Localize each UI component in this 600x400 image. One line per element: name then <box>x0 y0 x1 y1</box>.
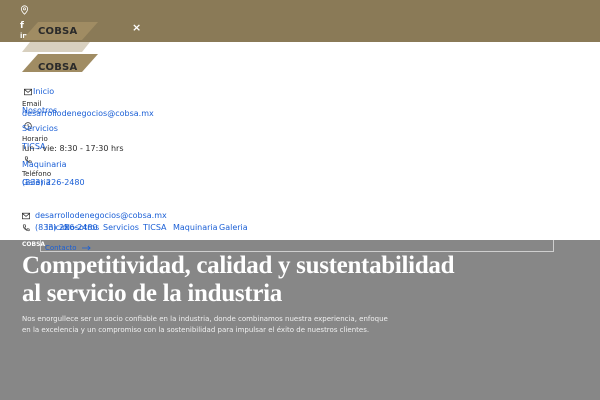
nav-desktop-galeria[interactable]: Galeria <box>219 223 248 232</box>
brand-mini: COBSA <box>22 241 46 248</box>
nav-item-servicios[interactable]: Servicios <box>22 124 58 133</box>
nav-item-maquinaria[interactable]: Maquinaria <box>22 160 67 169</box>
mail-icon <box>22 212 30 220</box>
email-link[interactable]: desarrollodenegocios@cobsa.mx <box>22 109 154 118</box>
phone-icon <box>22 224 30 232</box>
nav-desktop-servicios[interactable]: Servicios <box>103 223 139 232</box>
hero-title-line-2: al servicio de la industria <box>22 280 282 307</box>
brand-name-secondary: COBSA <box>38 62 78 73</box>
contacto-button[interactable]: Contacto <box>45 244 77 252</box>
contact-bar-email[interactable]: desarrollodenegocios@cobsa.mx <box>35 211 167 220</box>
phone-label: Teléfono <box>22 170 52 178</box>
arrow-right-icon <box>82 245 91 251</box>
nav-desktop-nosotros[interactable]: Nosotros <box>64 223 99 232</box>
map-pin-icon[interactable] <box>20 5 29 15</box>
nav-desktop-maquinaria[interactable]: Maquinaria <box>173 223 218 232</box>
hours-value: lun - vie: 8:30 - 17:30 hrs <box>22 144 124 153</box>
mail-icon <box>24 88 32 96</box>
hero-title: Competitividad, calidad y sustentabilida… <box>22 252 582 308</box>
nav-item-inicio[interactable]: Inicio <box>33 87 54 96</box>
hero-title-line-1: Competitividad, calidad y sustentabilida… <box>22 252 455 279</box>
contact-button-outline <box>40 240 554 252</box>
close-icon[interactable]: × <box>132 21 141 34</box>
hero-subtitle: Nos enorgullece ser un socio confiable e… <box>22 315 388 334</box>
brand-name: COBSA <box>38 26 78 37</box>
phone-link[interactable]: (833) 226-2480 <box>22 178 85 187</box>
nav-desktop-ticsa[interactable]: TICSA <box>143 223 167 232</box>
